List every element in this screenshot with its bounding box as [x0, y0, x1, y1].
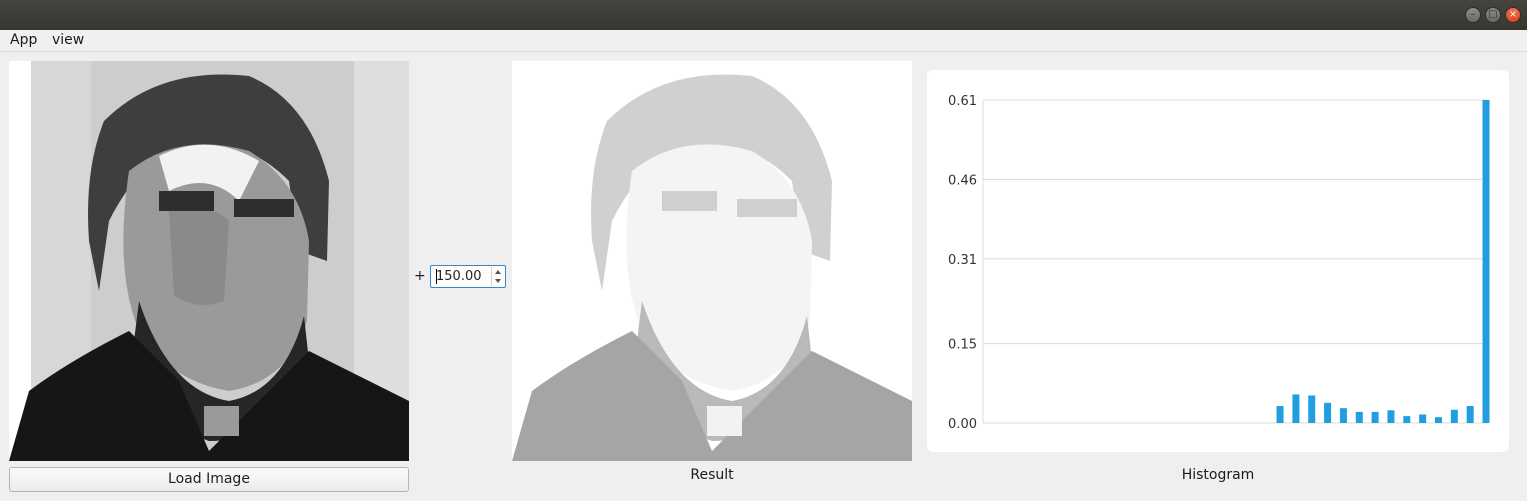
spin-up-icon[interactable] [495, 270, 501, 274]
spin-down-icon[interactable] [495, 279, 501, 283]
y-tick-label: 0.61 [948, 94, 977, 109]
histogram-bar [1466, 406, 1474, 423]
menu-app[interactable]: App [10, 32, 37, 48]
y-tick-label: 0.15 [948, 338, 977, 353]
maximize-icon[interactable]: □ [1485, 7, 1501, 23]
operator-symbol: + [414, 268, 426, 284]
histogram-bar [1355, 411, 1363, 423]
menu-bar: App view [0, 30, 1527, 52]
histogram-svg: 0.61 0.46 0.31 0.15 0.00 [948, 94, 1490, 432]
histogram-bar [1324, 402, 1332, 423]
bars [1276, 100, 1490, 423]
result-caption: Result [690, 467, 734, 483]
histogram-chart: 0.61 0.46 0.31 0.15 0.00 [927, 70, 1509, 452]
value-field[interactable]: 150.00 [436, 269, 482, 284]
y-tick-label: 0.31 [948, 253, 977, 268]
menu-view[interactable]: view [52, 32, 84, 48]
histogram-bar [1308, 395, 1316, 423]
y-tick-label: 0.00 [948, 417, 977, 432]
histogram-caption: Histogram [1181, 467, 1255, 483]
title-bar: – □ × [0, 0, 1527, 30]
grid-lines [982, 99, 1488, 424]
load-image-button[interactable]: Load Image [9, 467, 409, 492]
spin-arrows[interactable] [491, 267, 504, 286]
histogram-bar [1339, 408, 1347, 423]
close-icon[interactable]: × [1505, 7, 1521, 23]
minimize-icon[interactable]: – [1465, 7, 1481, 23]
histogram-bar [1371, 411, 1379, 423]
histogram-bar [1419, 414, 1427, 423]
y-tick-label: 0.46 [948, 173, 977, 188]
histogram-bar [1434, 417, 1442, 423]
y-axis-ticks: 0.61 0.46 0.31 0.15 0.00 [948, 94, 977, 432]
histogram-bar [1276, 406, 1284, 423]
value-spinbox[interactable]: 150.00 [430, 265, 506, 288]
histogram-bar [1292, 394, 1300, 423]
histogram-bar [1450, 409, 1458, 423]
original-image [9, 61, 409, 461]
text-cursor [436, 269, 437, 284]
histogram-bar [1387, 410, 1395, 423]
result-image [512, 61, 912, 461]
histogram-bar [1482, 100, 1490, 423]
histogram-bar [1403, 416, 1411, 423]
